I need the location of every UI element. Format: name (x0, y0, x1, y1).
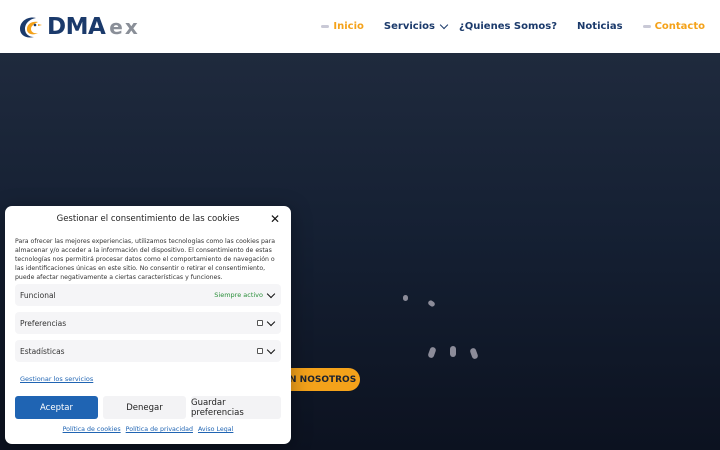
nav-item-quienes-somos[interactable]: ¿Quienes Somos? (459, 21, 557, 32)
logo-bird-icon (20, 17, 42, 38)
dash-icon (642, 25, 651, 28)
modal-footer-links: Política de cookies Política de privacid… (5, 426, 291, 433)
cookie-policy-link[interactable]: Política de cookies (63, 426, 121, 433)
legal-notice-link[interactable]: Aviso Legal (198, 426, 233, 433)
nav-item-label: Noticias (577, 21, 623, 32)
manage-services-link[interactable]: Gestionar los servicios (20, 375, 93, 383)
modal-title: Gestionar el consentimiento de las cooki… (56, 214, 240, 224)
accept-button[interactable]: Aceptar (15, 396, 98, 419)
category-estadisticas[interactable]: Estadísticas (15, 340, 281, 362)
nav-item-label: ¿Quienes Somos? (458, 21, 558, 32)
category-label: Funcional (20, 290, 56, 300)
chevron-down-icon[interactable] (266, 345, 276, 354)
nav-item-servicios[interactable]: Servicios (383, 20, 449, 32)
site-header: DMA ex Inicio Servicios ¿Quienes Somos? … (0, 0, 720, 53)
save-preferences-button[interactable]: Guardar preferencias (191, 396, 281, 419)
cookie-consent-modal: Gestionar el consentimiento de las cooki… (5, 206, 291, 444)
nav-item-label: Servicios (383, 21, 435, 32)
close-icon[interactable]: ✕ (270, 213, 280, 225)
chevron-down-icon[interactable] (266, 289, 276, 298)
nav-item-label: Inicio (333, 21, 364, 32)
nav-item-contacto[interactable]: Contacto (642, 21, 705, 32)
category-preferencias[interactable]: Preferencias (15, 312, 281, 334)
always-active-badge: Siempre activo (214, 291, 263, 299)
category-label: Estadísticas (20, 346, 65, 356)
deny-button[interactable]: Denegar (103, 396, 186, 419)
estadisticas-checkbox[interactable] (257, 348, 263, 354)
site-logo[interactable]: DMA ex (16, 12, 140, 42)
category-label: Preferencias (20, 318, 67, 328)
chevron-down-icon (439, 20, 449, 29)
chevron-down-icon[interactable] (266, 317, 276, 326)
modal-description: Para ofrecer las mejores experiencias, u… (15, 238, 276, 281)
nav-item-label: Contacto (654, 21, 705, 32)
logo-text-main: DMA (47, 14, 106, 40)
logo-text-suffix: ex (109, 15, 140, 39)
nav-item-inicio[interactable]: Inicio (321, 21, 364, 32)
nav-item-noticias[interactable]: Noticias (577, 21, 623, 32)
privacy-policy-link[interactable]: Política de privacidad (126, 426, 193, 433)
category-funcional[interactable]: Funcional Siempre activo (15, 284, 281, 306)
active-dash-icon (321, 25, 330, 28)
hero-cta-label: N NOSOTROS (289, 374, 357, 385)
main-nav: Inicio Servicios ¿Quienes Somos? Noticia… (321, 0, 705, 53)
preferencias-checkbox[interactable] (257, 320, 263, 326)
